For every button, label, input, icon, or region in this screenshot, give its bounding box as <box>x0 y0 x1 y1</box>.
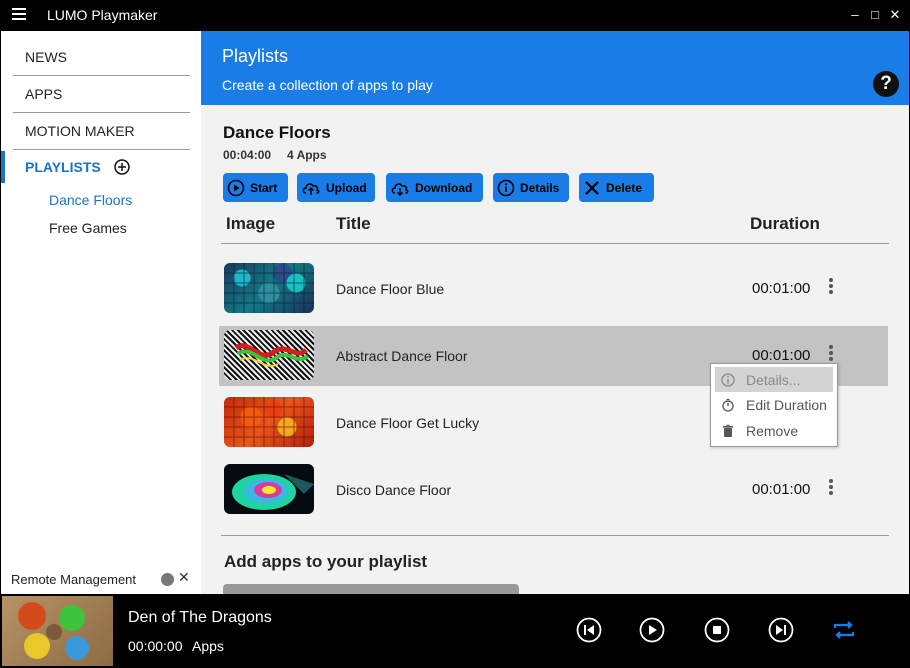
table-row[interactable]: Dance Floor Blue 00:01:00 <box>219 259 888 319</box>
page-title: Playlists <box>222 46 289 66</box>
delete-label: Delete <box>606 180 643 195</box>
close-button[interactable]: ✕ <box>884 5 906 25</box>
info-icon <box>497 179 515 196</box>
upload-button[interactable]: Upload <box>297 173 375 202</box>
disco-pattern <box>232 474 314 510</box>
app-thumbnail <box>224 330 314 380</box>
dragon-art <box>18 602 89 660</box>
details-button[interactable]: Details <box>493 173 569 202</box>
nav-news[interactable]: NEWS <box>13 39 190 76</box>
row-context-menu: Details... Edit Duration Remove <box>710 363 838 447</box>
hex-pattern <box>224 263 314 313</box>
now-playing-type: Apps <box>192 638 224 654</box>
x-icon <box>585 180 599 195</box>
section-divider <box>221 535 889 536</box>
play-icon[interactable] <box>639 617 665 643</box>
nav-apps[interactable]: APPS <box>13 76 190 113</box>
row-title: Disco Dance Floor <box>336 482 452 498</box>
app-title: LUMO Playmaker <box>47 7 158 23</box>
context-item-details[interactable]: Details... <box>715 367 833 392</box>
app-thumbnail <box>224 464 314 514</box>
playlist-app-count: 4 Apps <box>287 148 327 162</box>
info-icon <box>721 372 735 387</box>
context-item-label: Details... <box>746 371 801 388</box>
hex-pattern <box>224 397 314 447</box>
add-apps-heading: Add apps to your playlist <box>224 552 428 571</box>
context-item-edit-duration[interactable]: Edit Duration <box>715 392 833 417</box>
upload-label: Upload <box>326 180 367 195</box>
cloud-upload-icon <box>302 182 320 195</box>
sidebar: NEWS APPS MOTION MAKER PLAYLISTS Dance F… <box>1 31 201 594</box>
more-options-icon[interactable] <box>825 479 837 499</box>
cloud-download-icon <box>391 182 409 196</box>
details-label: Details <box>520 180 560 195</box>
playlist-item-dance-floors[interactable]: Dance Floors <box>49 192 132 208</box>
stopwatch-icon <box>722 398 734 412</box>
maximize-button[interactable]: □ <box>864 5 886 25</box>
context-item-label: Edit Duration <box>746 396 827 413</box>
column-header-image: Image <box>226 214 276 233</box>
minimize-button[interactable]: – <box>844 5 866 25</box>
active-indicator <box>1 151 5 183</box>
page-subtitle: Create a collection of apps to play <box>222 77 433 93</box>
stop-icon[interactable] <box>704 617 730 643</box>
abstract-wave <box>234 343 310 367</box>
trash-icon <box>723 424 733 437</box>
playlist-name: Dance Floors <box>223 123 331 142</box>
start-label: Start <box>250 180 278 195</box>
row-duration: 00:01:00 <box>752 347 811 364</box>
download-label: Download <box>415 180 473 195</box>
now-playing-bar: Den of The Dragons 00:00:00 Apps <box>0 594 910 668</box>
now-playing-cover <box>2 596 113 666</box>
app-thumbnail <box>224 263 314 313</box>
playlist-duration: 00:04:00 <box>223 148 272 162</box>
previous-track-icon[interactable] <box>576 617 602 643</box>
context-item-label: Remove <box>746 422 799 439</box>
header-divider <box>221 243 889 244</box>
add-apps-search-bar[interactable] <box>223 584 519 594</box>
playlist-item-free-games[interactable]: Free Games <box>49 220 127 236</box>
more-options-icon[interactable] <box>825 278 837 298</box>
column-header-title: Title <box>336 214 371 233</box>
download-button[interactable]: Download <box>386 173 483 202</box>
row-title: Dance Floor Blue <box>336 281 445 297</box>
add-playlist-icon[interactable] <box>114 159 130 175</box>
play-circle-icon <box>227 179 245 196</box>
nav-playlists[interactable]: PLAYLISTS <box>13 149 190 186</box>
hamburger-menu-icon[interactable] <box>12 8 26 22</box>
remote-management-toggle[interactable] <box>161 573 174 586</box>
help-icon[interactable]: ? <box>873 71 899 97</box>
column-header-duration: Duration <box>750 214 820 233</box>
nav-motion-maker[interactable]: MOTION MAKER <box>13 113 190 150</box>
more-options-icon[interactable] <box>825 345 837 365</box>
next-track-icon[interactable] <box>768 617 794 643</box>
context-item-remove[interactable]: Remove <box>715 418 833 443</box>
start-button[interactable]: Start <box>223 173 288 202</box>
main-content: Playlists Create a collection of apps to… <box>201 31 909 594</box>
now-playing-time: 00:00:00 <box>128 638 183 654</box>
now-playing-title: Den of The Dragons <box>128 609 272 626</box>
title-bar: LUMO Playmaker – □ ✕ <box>0 0 910 31</box>
delete-button[interactable]: Delete <box>579 173 654 202</box>
row-duration: 00:01:00 <box>752 481 811 498</box>
row-duration: 00:01:00 <box>752 280 811 297</box>
table-row[interactable]: Disco Dance Floor 00:01:00 <box>219 460 888 520</box>
row-title: Dance Floor Get Lucky <box>336 415 480 431</box>
repeat-icon[interactable] <box>831 617 857 643</box>
remote-off-icon[interactable]: ✕ <box>178 569 190 586</box>
row-title: Abstract Dance Floor <box>336 348 468 364</box>
app-thumbnail <box>224 397 314 447</box>
remote-management-label: Remote Management <box>11 572 137 587</box>
header-banner: Playlists Create a collection of apps to… <box>201 31 909 105</box>
